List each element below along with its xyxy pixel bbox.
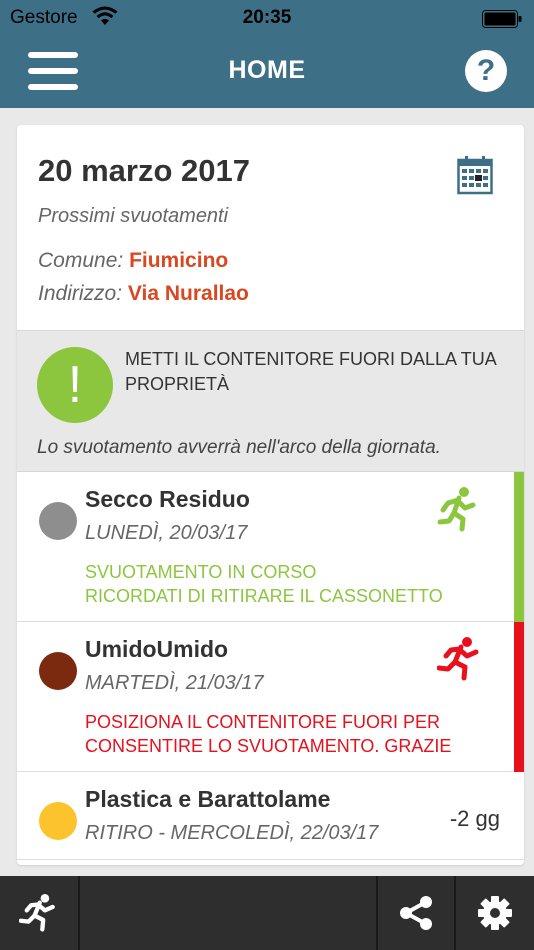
section-subtitle: Prossimi svuotamenti	[38, 205, 229, 227]
current-date: 20 marzo 2017	[38, 153, 250, 188]
calendar-icon[interactable]	[457, 155, 493, 195]
waste-type-name: UmidoUmido	[85, 636, 229, 662]
waste-color-dot	[39, 802, 77, 840]
pickup-date: LUNEDÌ, 20/03/17	[85, 522, 248, 544]
exclamation-icon: !	[37, 347, 113, 423]
list-item[interactable]: Secco Residuo LUNEDÌ, 20/03/17 SVUOTAMEN…	[17, 472, 524, 622]
status-time: 20:35	[242, 7, 292, 28]
comune-value: Fiumicino	[129, 249, 229, 272]
comune-row: Comune: Fiumicino	[38, 249, 228, 273]
indirizzo-row: Indirizzo: Via Nurallao	[38, 282, 249, 306]
share-icon	[400, 896, 432, 930]
list-item[interactable]: Plastica e Barattolame RITIRO - MERCOLED…	[17, 772, 524, 860]
days-remaining: -2 gg	[449, 806, 500, 831]
page-title: HOME	[228, 56, 306, 84]
toolbar-divider	[78, 876, 80, 950]
gear-icon	[478, 896, 512, 930]
settings-button[interactable]	[456, 876, 534, 950]
status-bar-indicator	[514, 472, 524, 622]
pickup-message-line: CONSENTIRE LO SVUOTAMENTO. GRAZIE	[85, 736, 452, 756]
help-button[interactable]: ?	[465, 50, 507, 92]
comune-label: Comune:	[38, 249, 124, 272]
notice-subtext: Lo svuotamento avverrà nell'arco della g…	[37, 437, 441, 458]
indirizzo-label: Indirizzo:	[38, 282, 123, 305]
waste-color-dot	[39, 502, 77, 540]
pickup-message: POSIZIONA IL CONTENITORE FUORI PER CONSE…	[85, 710, 500, 758]
pickup-message-line: SVUOTAMENTO IN CORSO	[85, 562, 317, 582]
status-bar: Gestore 20:35	[0, 0, 534, 36]
runner-icon	[19, 894, 55, 932]
waste-color-dot	[39, 652, 77, 690]
bottom-toolbar	[0, 876, 534, 950]
pickup-message-line: RICORDATI DI RITIRARE IL CASSONETTO	[85, 586, 443, 606]
nav-bar: HOME ?	[0, 36, 534, 108]
share-button[interactable]	[378, 876, 454, 950]
list-item[interactable]: UmidoUmido MARTEDÌ, 21/03/17 POSIZIONA I…	[17, 622, 524, 772]
notice-text: METTI IL CONTENITORE FUORI DALLA TUA PRO…	[125, 349, 496, 394]
indirizzo-value: Via Nurallao	[127, 282, 249, 305]
runner-button[interactable]	[0, 876, 78, 950]
waste-type-name: Plastica e Barattolame	[85, 786, 331, 812]
pickup-date: MARTEDÌ, 21/03/17	[85, 672, 264, 694]
top-bar: Gestore 20:35 HOME ?	[0, 0, 534, 108]
pickup-message: SVUOTAMENTO IN CORSO RICORDATI DI RITIRA…	[85, 560, 500, 608]
notice-box: ! METTI IL CONTENITORE FUORI DALLA TUA P…	[17, 330, 524, 472]
pickup-date: RITIRO - MERCOLEDÌ, 22/03/17	[85, 822, 379, 844]
battery-icon	[482, 10, 522, 28]
pickup-message-line: POSIZIONA IL CONTENITORE FUORI PER	[85, 712, 441, 732]
waste-type-name: Secco Residuo	[85, 486, 250, 512]
runner-icon	[437, 487, 476, 532]
status-bar-indicator	[514, 622, 524, 772]
runner-icon	[437, 637, 479, 681]
schedule-card: 20 marzo 2017 Prossimi svuotamenti Comun…	[17, 125, 524, 865]
